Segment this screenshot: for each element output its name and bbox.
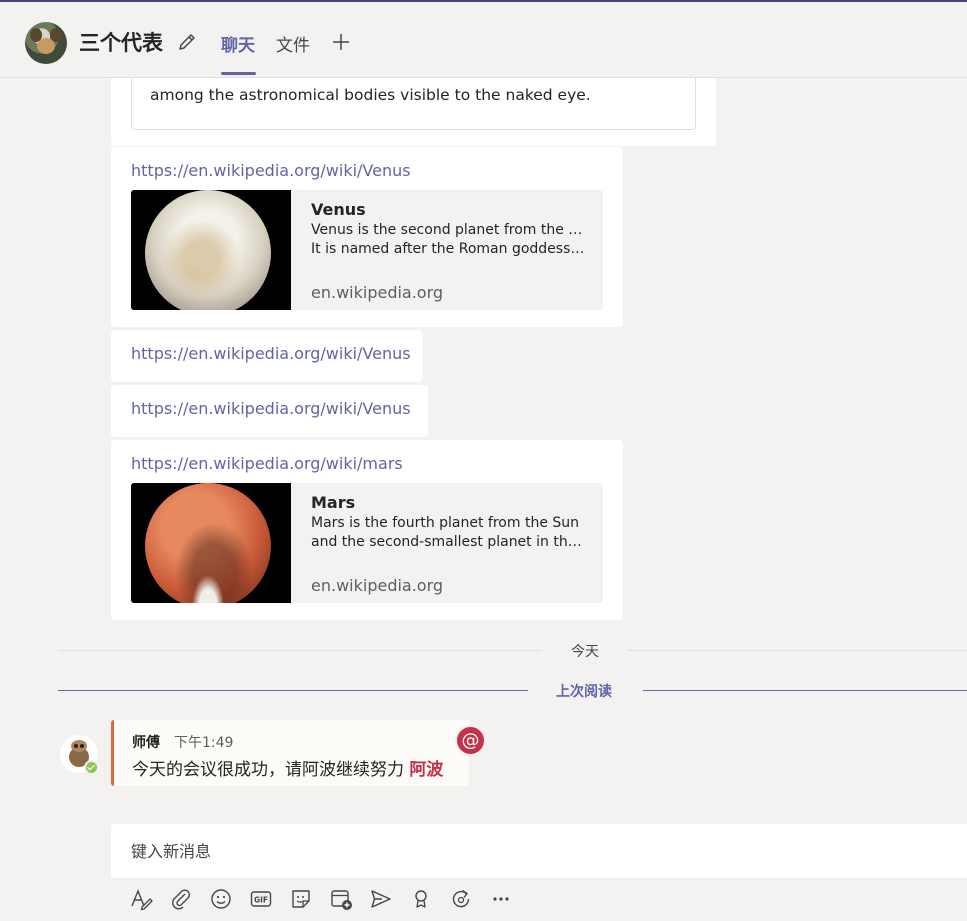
preview-image xyxy=(131,483,291,603)
date-divider-line xyxy=(628,650,967,651)
date-divider-label: 今天 xyxy=(571,644,599,660)
sticker-icon[interactable] xyxy=(288,886,314,912)
presence-available-icon xyxy=(84,760,99,775)
preview-image xyxy=(131,190,291,310)
user-mention[interactable]: 阿波 xyxy=(409,760,443,780)
message-card: https://en.wikipedia.org/wiki/Venus xyxy=(111,330,423,382)
message-input[interactable] xyxy=(111,824,967,878)
message-link[interactable]: https://en.wikipedia.org/wiki/Venus xyxy=(131,344,411,363)
mention-at-icon: @ xyxy=(455,725,486,756)
preview-title: Venus xyxy=(311,200,366,219)
message-card: https://en.wikipedia.org/wiki/Venus Venu… xyxy=(111,147,623,327)
svg-text:GIF: GIF xyxy=(254,896,268,905)
last-read-label: 上次阅读 xyxy=(556,684,612,700)
message-link[interactable]: https://en.wikipedia.org/wiki/mars xyxy=(131,454,403,473)
loop-icon[interactable] xyxy=(448,886,474,912)
chat-title: 三个代表 xyxy=(79,31,163,55)
active-tab-indicator xyxy=(221,72,256,75)
preview-description: among the astronomical bodies visible to… xyxy=(150,86,591,104)
date-divider-line xyxy=(58,650,542,651)
message-link[interactable]: https://en.wikipedia.org/wiki/Venus xyxy=(131,161,411,180)
preview-domain: en.wikipedia.org xyxy=(311,576,444,595)
add-tab-icon[interactable] xyxy=(331,32,351,52)
chat-header: 三个代表 聊天 文件 xyxy=(0,2,967,78)
format-icon[interactable] xyxy=(128,886,154,912)
compose-box[interactable] xyxy=(111,824,967,878)
preview-title: Mars xyxy=(311,493,356,512)
message-card: https://en.wikipedia.org/wiki/Venus xyxy=(111,385,428,437)
group-avatar[interactable] xyxy=(25,22,67,64)
gif-icon[interactable]: GIF xyxy=(248,886,274,912)
tab-files[interactable]: 文件 xyxy=(276,31,310,56)
emoji-icon[interactable] xyxy=(208,886,234,912)
message-card: https://en.wikipedia.org/wiki/mars Mars … xyxy=(111,440,623,620)
link-preview-card[interactable]: Mars Mars is the fourth planet from the … xyxy=(131,483,603,603)
schedule-meeting-icon[interactable] xyxy=(328,886,354,912)
mention-message[interactable]: 师傅 下午1:49 今天的会议很成功，请阿波继续努力 阿波 xyxy=(111,720,469,786)
more-options-icon[interactable] xyxy=(488,886,514,912)
message-timestamp: 下午1:49 xyxy=(174,735,234,751)
link-preview-card[interactable]: Venus Venus is the second planet from th… xyxy=(131,190,603,310)
attach-icon[interactable] xyxy=(168,886,194,912)
message-text: 今天的会议很成功，请阿波继续努力 阿波 xyxy=(132,760,444,780)
last-read-line xyxy=(58,690,528,691)
send-icon[interactable] xyxy=(368,886,394,912)
praise-icon[interactable] xyxy=(408,886,434,912)
tab-chat[interactable]: 聊天 xyxy=(221,31,255,56)
preview-description: Venus is the second planet from the Sun.… xyxy=(311,222,586,257)
edit-icon[interactable] xyxy=(176,31,198,53)
preview-description: Mars is the fourth planet from the Sun a… xyxy=(311,515,586,550)
sender-name[interactable]: 师傅 xyxy=(132,732,160,752)
preview-domain: en.wikipedia.org xyxy=(311,283,444,302)
last-read-line xyxy=(643,690,967,691)
message-link[interactable]: https://en.wikipedia.org/wiki/Venus xyxy=(131,399,411,418)
